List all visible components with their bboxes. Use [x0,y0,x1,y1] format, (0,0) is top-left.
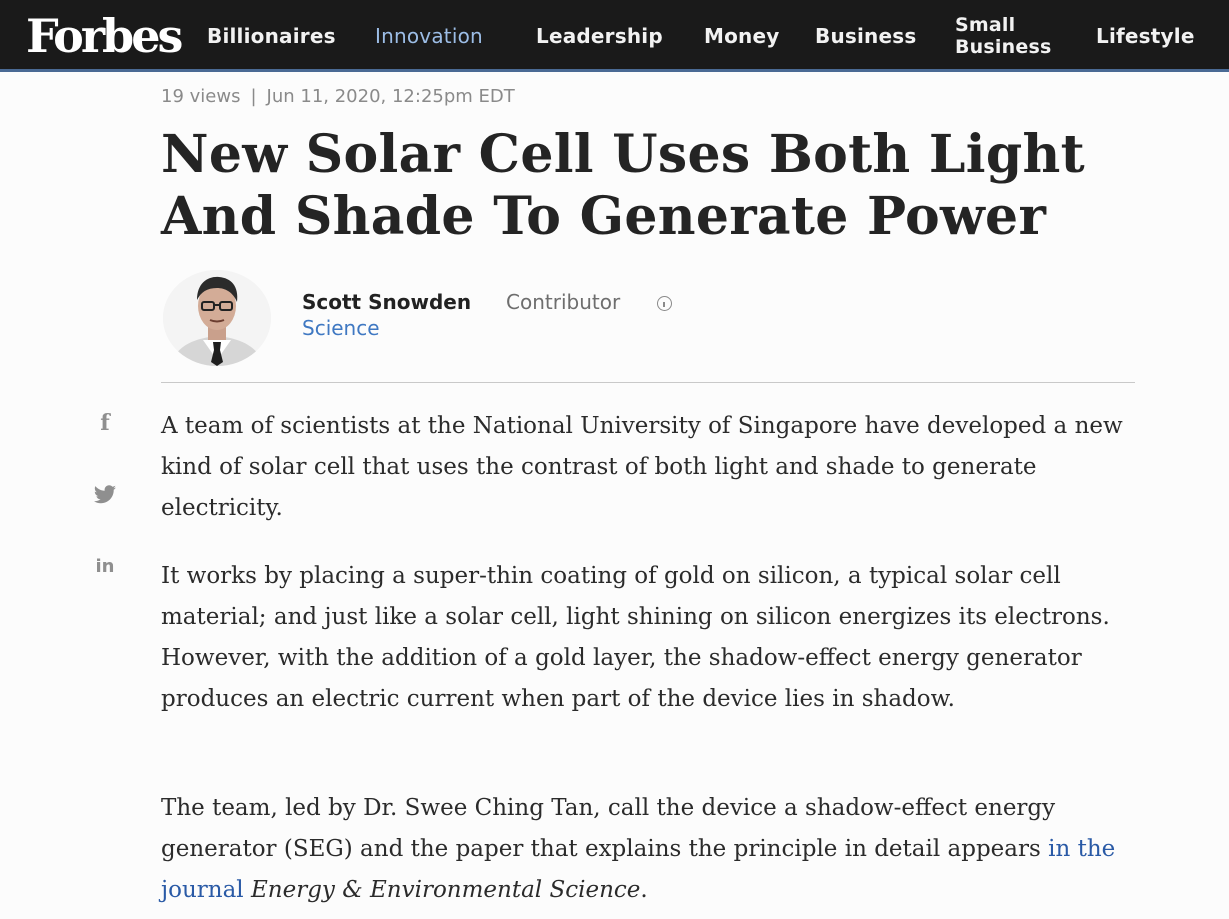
author-name[interactable]: Scott Snowden [302,290,471,314]
forbes-logo[interactable]: Forbes [26,6,183,66]
author-avatar[interactable] [163,270,271,366]
nav-item-lifestyle[interactable]: Lifestyle [1096,0,1195,72]
author-role: Contributor [506,290,621,314]
nav-item-small-business[interactable]: Small Business [955,0,1075,72]
top-navigation: Forbes Billionaires Innovation Leadershi… [0,0,1229,72]
nav-item-innovation[interactable]: Innovation [375,0,483,72]
article-paragraph-3: The team, led by Dr. Swee Ching Tan, cal… [161,788,1131,911]
paragraph-3-text: The team, led by Dr. Swee Ching Tan, cal… [161,795,1056,862]
nav-item-money[interactable]: Money [704,0,779,72]
twitter-bird-glyph [94,485,116,504]
article-meta: 19 views | Jun 11, 2020, 12:25pm EDT [161,86,515,107]
nav-item-leadership[interactable]: Leadership [536,0,663,72]
publish-date: Jun 11, 2020, 12:25pm EDT [266,86,515,107]
paragraph-3-space [244,877,251,903]
nav-item-billionaires[interactable]: Billionaires [207,0,336,72]
info-icon[interactable] [657,296,672,311]
view-count: 19 views [161,86,241,107]
twitter-icon[interactable] [90,480,120,510]
facebook-icon[interactable]: f [90,408,120,438]
meta-separator: | [250,86,257,107]
facebook-glyph: f [100,410,110,436]
paragraph-3-end: . [640,877,648,903]
article-paragraph-2: It works by placing a super-thin coating… [161,563,1110,712]
article-paragraph-1: A team of scientists at the National Uni… [161,413,1123,521]
linkedin-icon[interactable]: in [90,551,120,581]
linkedin-glyph: in [95,555,115,577]
author-photo [163,270,271,366]
header-divider [161,382,1135,383]
article-headline: New Solar Cell Uses Both Light And Shade… [161,124,1085,247]
nav-item-business[interactable]: Business [815,0,916,72]
author-section-link[interactable]: Science [302,316,380,340]
journal-name: Energy & Environmental Science [250,877,641,903]
